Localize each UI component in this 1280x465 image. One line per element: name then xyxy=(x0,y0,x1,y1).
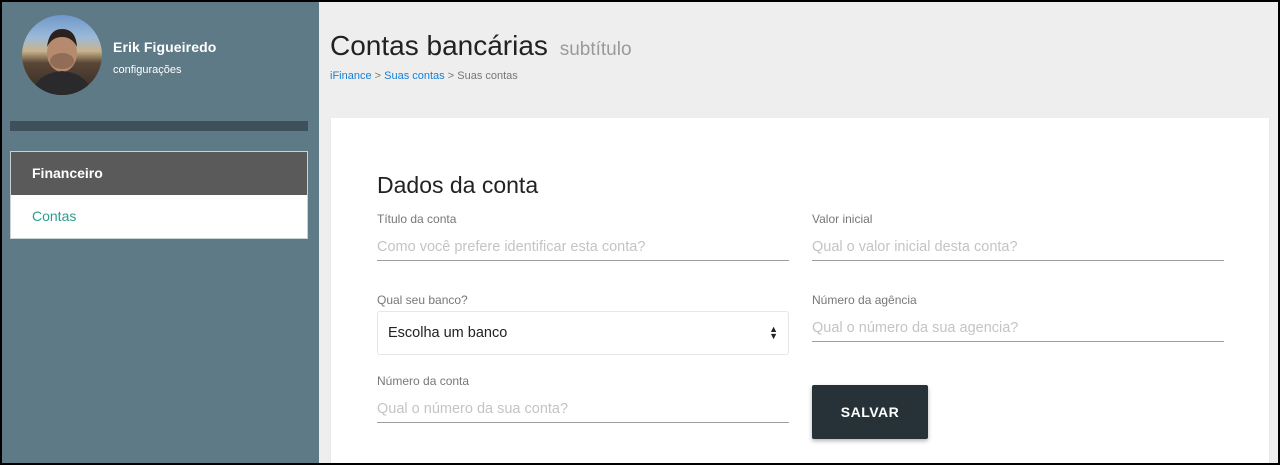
banco-select[interactable]: Escolha um banco ▲ ▼ xyxy=(377,311,789,355)
sidebar: Erik Figueiredo configurações Financeiro… xyxy=(2,2,319,463)
app-frame: Erik Figueiredo configurações Financeiro… xyxy=(2,2,1278,463)
sidebar-item-contas[interactable]: Contas xyxy=(11,195,307,238)
conta-label: Número da conta xyxy=(377,374,470,388)
titulo-input[interactable]: Como você prefere identificar esta conta… xyxy=(377,237,789,261)
page-title: Contas bancárias subtítulo xyxy=(330,30,632,62)
page-subtitle: subtítulo xyxy=(559,39,632,60)
user-name: Erik Figueiredo xyxy=(113,39,217,55)
page-title-text: Contas bancárias xyxy=(330,30,548,61)
sidebar-menu: Financeiro Contas xyxy=(10,151,308,239)
breadcrumb-suas-contas[interactable]: Suas contas xyxy=(384,70,445,82)
save-button[interactable]: SALVAR xyxy=(812,385,928,439)
sidebar-divider-bar xyxy=(10,121,308,131)
menu-header-financeiro[interactable]: Financeiro xyxy=(11,152,307,195)
user-settings-link[interactable]: configurações xyxy=(113,64,182,76)
banco-field: Qual seu banco? Escolha um banco ▲ ▼ xyxy=(377,293,789,355)
banco-label: Qual seu banco? xyxy=(377,293,468,307)
breadcrumb-ifinance[interactable]: iFinance xyxy=(330,70,372,82)
conta-field: Número da conta Qual o número da sua con… xyxy=(377,374,789,423)
form-title: Dados da conta xyxy=(377,172,539,198)
breadcrumb: iFinance > Suas contas > Suas contas xyxy=(330,70,518,82)
breadcrumb-current: Suas contas xyxy=(457,70,518,82)
valor-field: Valor inicial Qual o valor inicial desta… xyxy=(812,212,1224,261)
agencia-label: Número da agência xyxy=(812,293,917,307)
titulo-label: Título da conta xyxy=(377,212,457,226)
sort-arrows-icon: ▲ ▼ xyxy=(769,324,778,341)
valor-input[interactable]: Qual o valor inicial desta conta? xyxy=(812,237,1224,261)
valor-label: Valor inicial xyxy=(812,212,873,226)
banco-selected-value: Escolha um banco xyxy=(388,325,508,341)
agencia-field: Número da agência Qual o número da sua a… xyxy=(812,293,1224,342)
agencia-input[interactable]: Qual o número da sua agencia? xyxy=(812,318,1224,342)
breadcrumb-separator: > xyxy=(447,70,455,82)
account-form-card: Dados da conta Título da conta Como você… xyxy=(331,118,1269,463)
titulo-field: Título da conta Como você prefere identi… xyxy=(377,212,789,261)
breadcrumb-separator: > xyxy=(374,70,382,82)
conta-input[interactable]: Qual o número da sua conta? xyxy=(377,399,789,423)
avatar[interactable] xyxy=(22,15,102,95)
